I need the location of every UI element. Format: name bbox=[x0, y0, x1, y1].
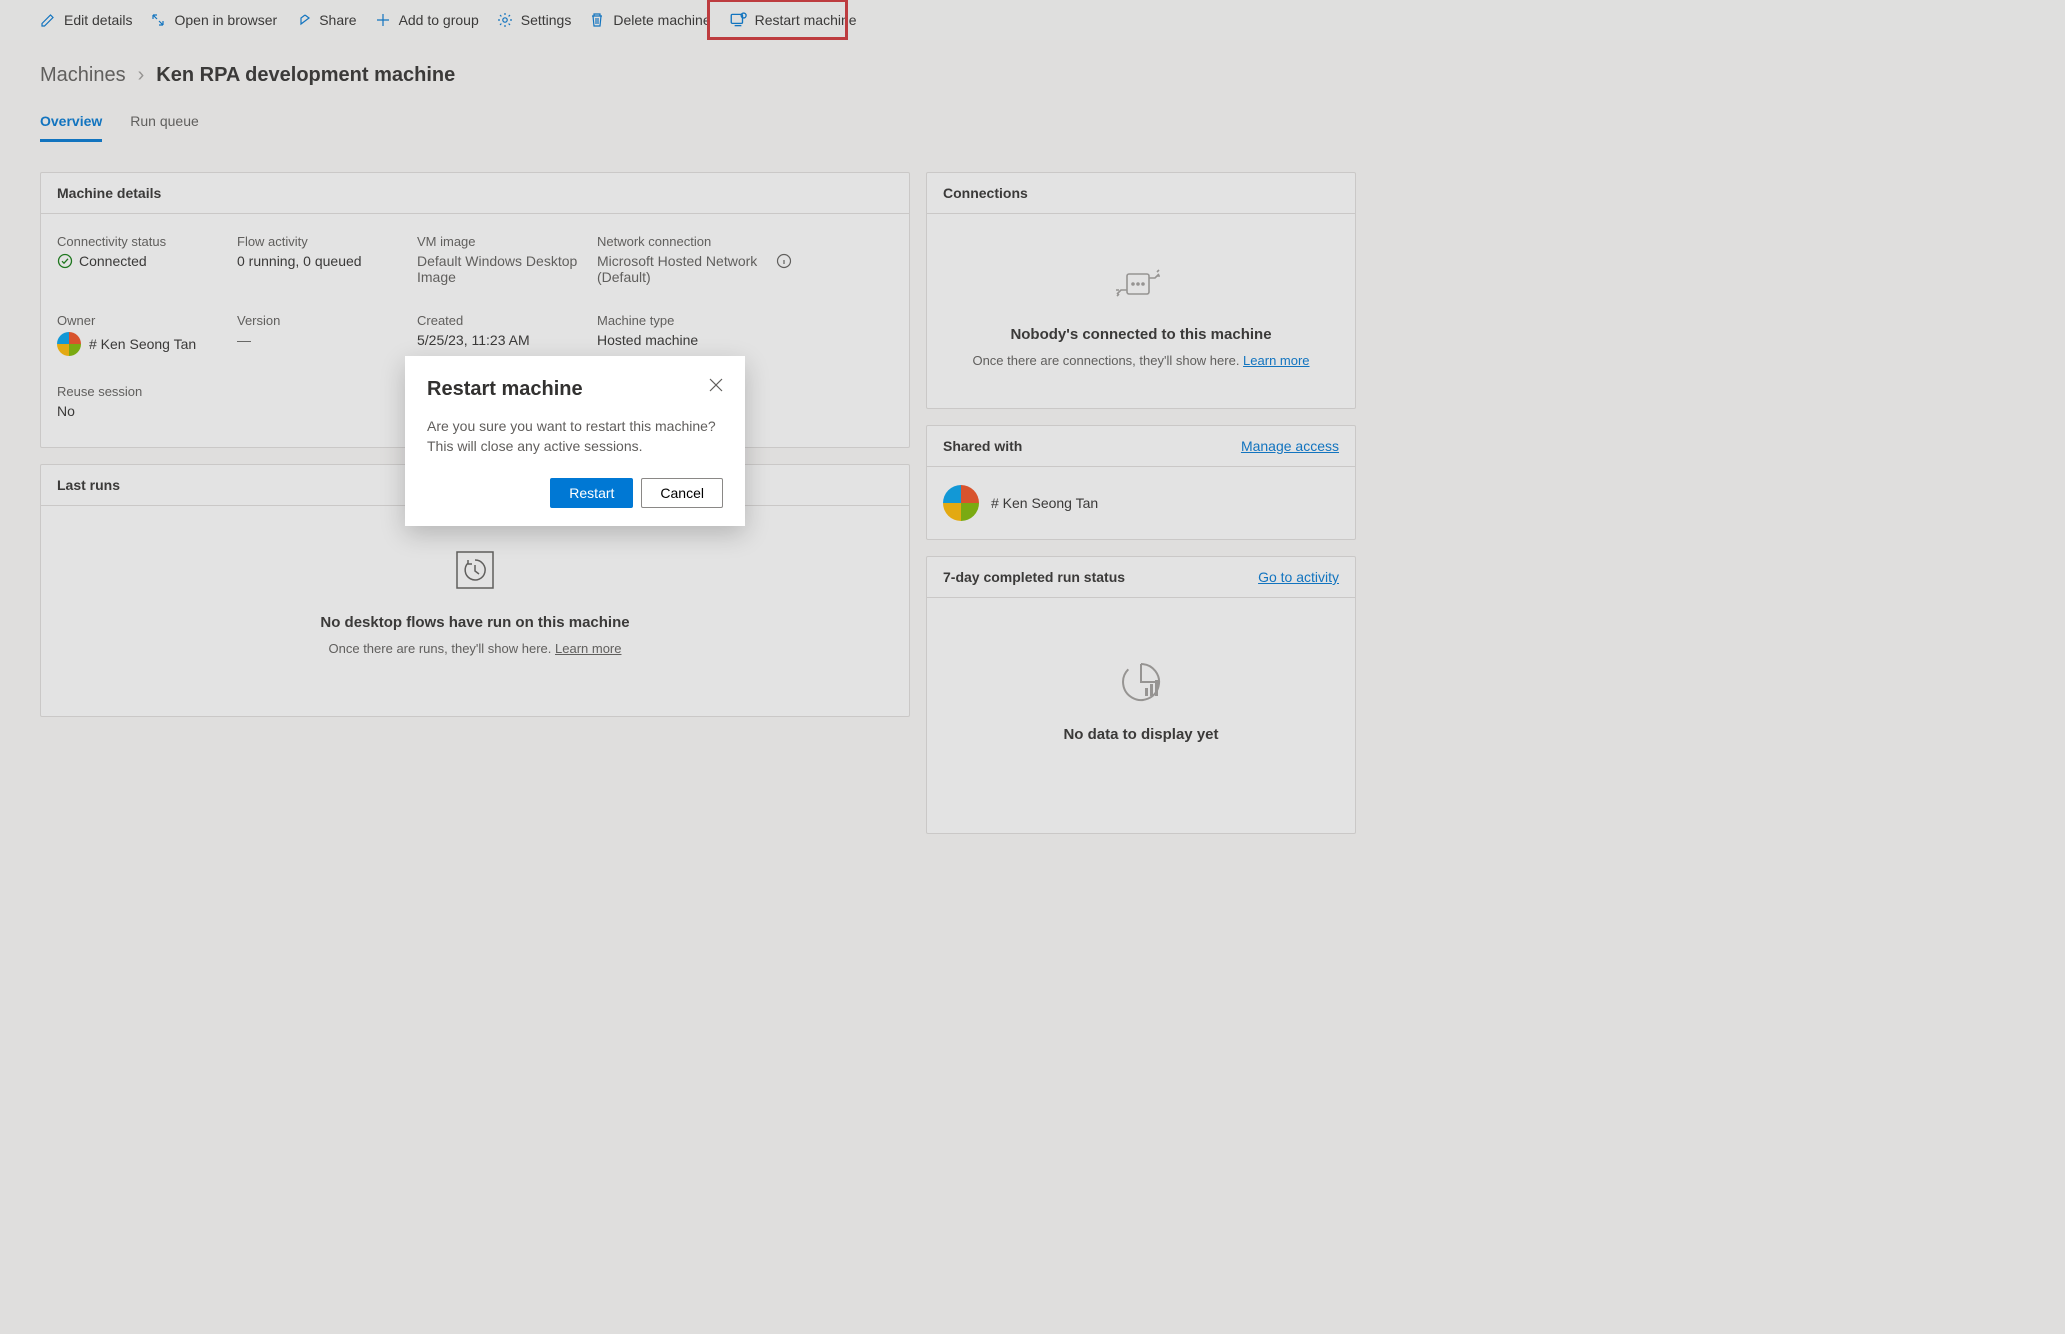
restart-dialog: Restart machine Are you sure you want to… bbox=[405, 356, 745, 526]
close-icon[interactable] bbox=[709, 378, 723, 392]
cancel-button[interactable]: Cancel bbox=[641, 478, 723, 508]
modal-overlay: Restart machine Are you sure you want to… bbox=[0, 0, 2065, 1334]
dialog-title: Restart machine bbox=[427, 378, 583, 401]
restart-confirm-button[interactable]: Restart bbox=[550, 478, 633, 508]
dialog-body: Are you sure you want to restart this ma… bbox=[427, 417, 723, 456]
